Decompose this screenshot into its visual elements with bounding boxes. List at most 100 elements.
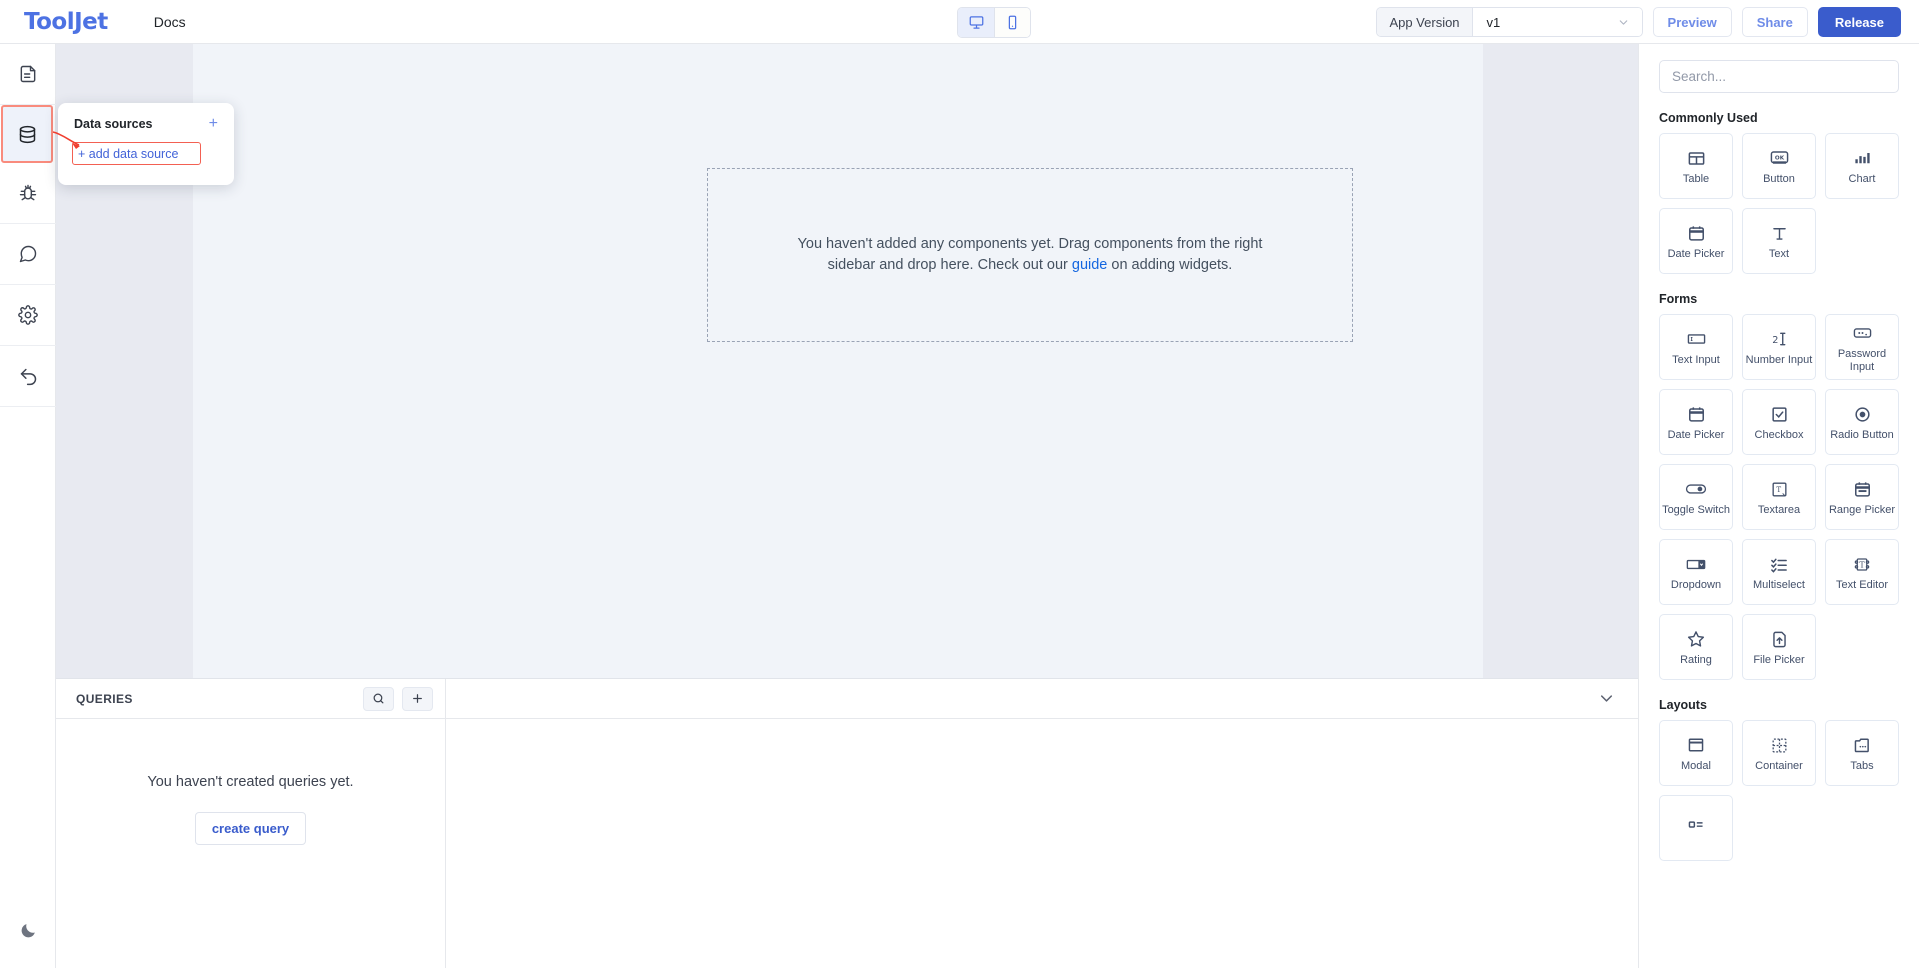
widget-label: Text Editor (1836, 579, 1888, 592)
widget-group-forms: Text Input 2 Number Input (1659, 314, 1899, 680)
multiselect-icon (1769, 551, 1789, 577)
app-version-control[interactable]: App Version v1 (1376, 7, 1642, 37)
sidebar-item-settings[interactable] (0, 285, 56, 346)
query-list-header: QUERIES (56, 679, 446, 719)
widget-card-listview[interactable] (1659, 795, 1733, 861)
widget-card-button[interactable]: OK Button (1742, 133, 1816, 199)
text-input-icon (1686, 326, 1707, 352)
widget-card-textarea[interactable]: T Textarea (1742, 464, 1816, 530)
widget-card-dropdown[interactable]: Dropdown (1659, 539, 1733, 605)
toggle-icon (1685, 476, 1707, 502)
widget-label: Textarea (1758, 504, 1800, 517)
docs-link[interactable]: Docs (154, 14, 186, 30)
chevron-down-icon (1617, 16, 1630, 29)
release-button[interactable]: Release (1818, 7, 1901, 37)
device-layout-toggle[interactable] (957, 7, 1031, 38)
widget-label: Checkbox (1755, 429, 1804, 442)
widget-card-date-picker[interactable]: Date Picker (1659, 208, 1733, 274)
widget-label: Tabs (1850, 760, 1873, 773)
add-query-button[interactable] (402, 687, 433, 711)
widget-label: File Picker (1753, 654, 1804, 667)
widget-card-range-picker[interactable]: Range Picker (1825, 464, 1899, 530)
checkbox-icon (1770, 401, 1789, 427)
mobile-layout-button[interactable] (994, 8, 1030, 37)
widget-label: Range Picker (1829, 504, 1895, 517)
canvas-background: You haven't added any components yet. Dr… (56, 44, 1638, 678)
dropdown-icon (1685, 551, 1707, 577)
widget-card-toggle-switch[interactable]: Toggle Switch (1659, 464, 1733, 530)
widget-card-radio-button[interactable]: Radio Button (1825, 389, 1899, 455)
canvas-guide-link[interactable]: guide (1072, 257, 1107, 273)
widget-label: Text Input (1672, 354, 1720, 367)
query-panel-body: You haven't created queries yet. create … (56, 719, 1638, 968)
app-version-label: App Version (1377, 8, 1471, 36)
add-data-source-link[interactable]: + add data source (78, 147, 178, 161)
text-t-icon (1770, 220, 1789, 246)
search-queries-button[interactable] (363, 687, 394, 711)
database-icon (17, 124, 38, 145)
sidebar-item-datasources[interactable] (1, 105, 53, 163)
widget-group-title-forms: Forms (1659, 292, 1899, 306)
canvas-empty-text-after: on adding widgets. (1107, 257, 1232, 273)
widget-card-password-input[interactable]: Password Input (1825, 314, 1899, 380)
create-query-button[interactable]: create query (195, 812, 306, 845)
widget-label: Button (1763, 173, 1795, 186)
canvas-empty-message: You haven't added any components yet. Dr… (775, 234, 1285, 276)
widget-search-input[interactable] (1659, 60, 1899, 93)
widget-card-container[interactable]: Container (1742, 720, 1816, 786)
desktop-icon (969, 15, 984, 30)
widget-card-rating[interactable]: Rating (1659, 614, 1733, 680)
annotation-arrow (52, 130, 84, 152)
widget-group-layouts: Modal Container (1659, 720, 1899, 861)
dark-mode-toggle[interactable] (0, 910, 56, 950)
widget-card-multiselect[interactable]: Multiselect (1742, 539, 1816, 605)
desktop-layout-button[interactable] (958, 8, 994, 37)
widget-card-number-input[interactable]: 2 Number Input (1742, 314, 1816, 380)
calendar-icon (1687, 220, 1706, 246)
widget-card-text-input[interactable]: Text Input (1659, 314, 1733, 380)
widget-label: Dropdown (1671, 579, 1721, 592)
widget-card-text-editor[interactable]: T Text Editor (1825, 539, 1899, 605)
widget-card-table[interactable]: Table (1659, 133, 1733, 199)
widget-card-chart[interactable]: Chart (1825, 133, 1899, 199)
query-editor-pane[interactable] (446, 719, 1638, 968)
widget-label: Date Picker (1668, 429, 1725, 442)
widget-card-tabs[interactable]: Tabs (1825, 720, 1899, 786)
app-header: ToolJet Docs App Version v1 (0, 0, 1919, 44)
tooljet-logo[interactable]: ToolJet (24, 9, 108, 35)
preview-button[interactable]: Preview (1653, 7, 1732, 37)
no-queries-message: You haven't created queries yet. (56, 774, 445, 790)
tabs-icon (1852, 732, 1872, 758)
widget-card-checkbox[interactable]: Checkbox (1742, 389, 1816, 455)
svg-text:T: T (1859, 561, 1865, 570)
sidebar-item-pages[interactable] (0, 44, 56, 105)
add-data-source-plus-icon[interactable]: + (209, 116, 218, 132)
widget-card-date-picker-forms[interactable]: Date Picker (1659, 389, 1733, 455)
sidebar-item-undo[interactable] (0, 346, 56, 407)
undo-icon (18, 366, 39, 387)
query-panel-collapse-area (446, 679, 1638, 719)
app-canvas[interactable]: You haven't added any components yet. Dr… (193, 44, 1483, 678)
widget-label: Toggle Switch (1662, 504, 1730, 517)
file-upload-icon (1770, 626, 1789, 652)
widget-card-modal[interactable]: Modal (1659, 720, 1733, 786)
bug-icon (18, 183, 38, 203)
text-editor-icon: T (1852, 551, 1872, 577)
collapse-query-panel-button[interactable] (1597, 689, 1616, 708)
widget-label: Number Input (1746, 354, 1813, 367)
listview-icon (1686, 814, 1706, 840)
widget-group-title-commonly-used: Commonly Used (1659, 111, 1899, 125)
sidebar-item-comments[interactable] (0, 224, 56, 285)
canvas-empty-dropzone[interactable]: You haven't added any components yet. Dr… (707, 168, 1353, 342)
bar-chart-icon (1853, 145, 1872, 171)
widget-group-commonly-used: Table OK Button Chart (1659, 133, 1899, 274)
calendar-icon (1687, 401, 1706, 427)
share-button[interactable]: Share (1742, 7, 1808, 37)
widget-card-text[interactable]: Text (1742, 208, 1816, 274)
widget-card-file-picker[interactable]: File Picker (1742, 614, 1816, 680)
query-panel-header: QUERIES (56, 679, 1638, 719)
left-sidebar (0, 44, 56, 968)
app-version-select[interactable]: v1 (1472, 8, 1642, 36)
header-actions: App Version v1 Preview Share Release (1376, 7, 1901, 37)
sidebar-item-debugger[interactable] (0, 163, 56, 224)
